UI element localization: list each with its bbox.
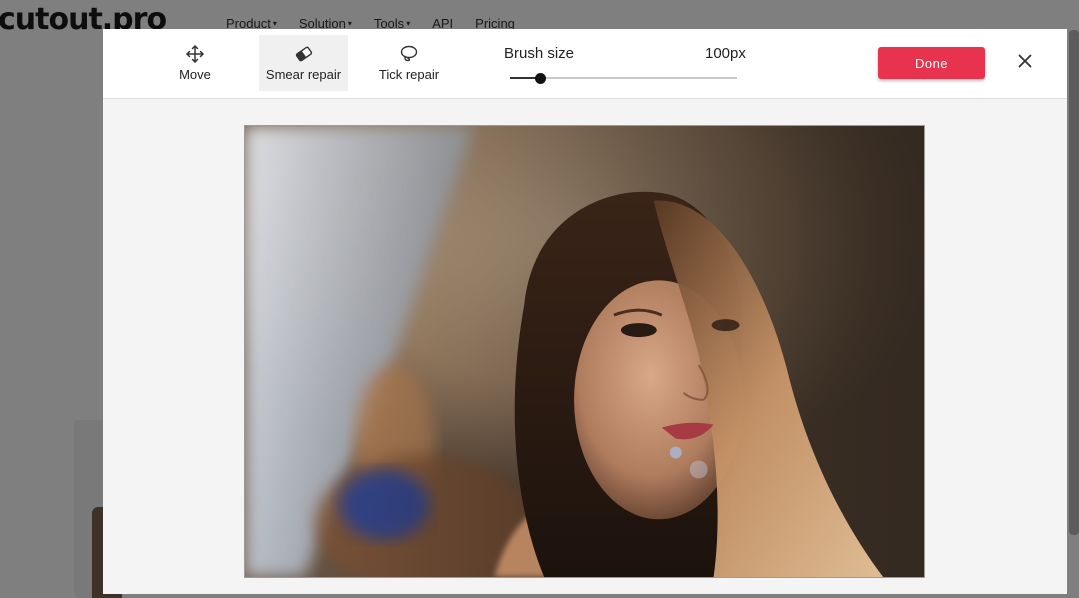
tool-smear-repair-label: Smear repair <box>265 67 342 82</box>
portrait-photo <box>245 126 924 577</box>
move-arrows-icon <box>184 44 206 64</box>
done-button[interactable]: Done <box>878 47 985 79</box>
lasso-icon <box>398 44 420 64</box>
brush-size-label: Brush size <box>504 45 575 62</box>
close-button[interactable] <box>1015 53 1035 73</box>
editing-canvas[interactable] <box>244 125 925 578</box>
tool-smear-repair[interactable]: Smear repair <box>259 35 348 91</box>
tool-tick-repair[interactable]: Tick repair <box>367 35 451 91</box>
tool-move-label: Move <box>179 67 211 82</box>
tool-move[interactable]: Move <box>165 35 225 91</box>
repair-editor-modal: Move Smear repair Tick repair Brush size… <box>103 29 1067 594</box>
brush-size-value: 100px <box>705 45 746 62</box>
tool-tick-repair-label: Tick repair <box>378 67 440 82</box>
editor-toolbar: Move Smear repair Tick repair Brush size… <box>103 29 1067 99</box>
eraser-icon <box>293 44 315 64</box>
brush-size-slider-thumb[interactable] <box>535 73 546 84</box>
close-icon <box>1018 54 1032 73</box>
